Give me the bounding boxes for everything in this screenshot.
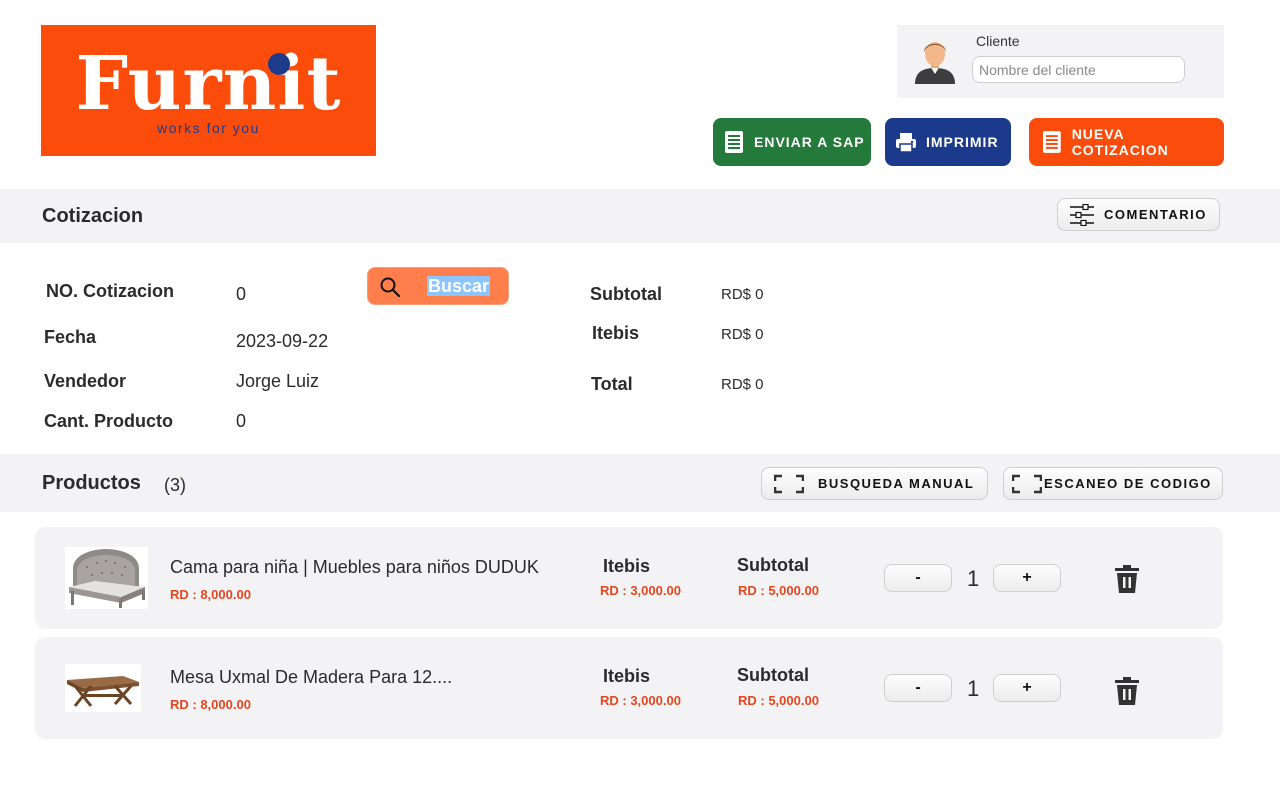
search-quote-label: Buscar: [427, 276, 491, 296]
decrease-qty-button[interactable]: -: [884, 674, 952, 702]
scan-frame-icon: [774, 474, 804, 493]
product-itbis-value: RD : 3,000.00: [600, 693, 681, 708]
product-subtotal-label: Subtotal: [737, 665, 809, 685]
product-subtotal-label: Subtotal: [737, 555, 809, 575]
product-price: RD : 8,000.00: [170, 587, 251, 602]
comment-label: COMENTARIO: [1104, 207, 1207, 222]
itbis-value: RD$ 0: [721, 326, 764, 343]
trash-icon[interactable]: [1114, 565, 1140, 593]
products-count: (3): [164, 475, 186, 495]
client-name-input[interactable]: [972, 56, 1185, 83]
seller-label: Vendedor: [44, 371, 127, 391]
product-itbis-label: Itebis: [603, 556, 651, 576]
client-panel: Cliente: [897, 25, 1224, 98]
quote-section-header: Cotizacion COMENTARIO: [0, 189, 1280, 243]
product-itbis-value: RD : 3,000.00: [600, 583, 681, 598]
comment-button[interactable]: COMENTARIO: [1057, 198, 1220, 231]
product-card: Cama para niña | Muebles para niños DUDU…: [35, 527, 1223, 629]
quote-number-value: 0: [236, 284, 247, 304]
manual-search-button[interactable]: BUSQUEDA MANUAL: [761, 467, 988, 500]
quote-section-title: Cotizacion: [42, 205, 144, 227]
product-card: Mesa Uxmal De Madera Para 12.... RD : 8,…: [35, 637, 1223, 739]
receipt-icon: [725, 131, 743, 153]
subtotal-value: RD$ 0: [721, 286, 764, 303]
barcode-scan-label: ESCANEO DE CODIGO: [1044, 476, 1212, 491]
table-image: [65, 664, 141, 712]
print-label: IMPRIMIR: [926, 134, 999, 150]
scan-frame-icon: [1012, 474, 1042, 493]
total-label: Total: [591, 374, 633, 394]
send-to-sap-label: ENVIAR A SAP: [754, 134, 865, 150]
trash-icon[interactable]: [1114, 677, 1140, 705]
search-quote-button[interactable]: Buscar: [367, 267, 509, 305]
new-quote-label: NUEVA COTIZACION: [1071, 126, 1169, 158]
brand-tagline: works for you: [157, 120, 260, 136]
subtotal-label: Subtotal: [590, 284, 662, 304]
seller-value: Jorge Luiz: [236, 371, 320, 391]
product-name: Mesa Uxmal De Madera Para 12....: [170, 667, 453, 687]
printer-icon: [896, 133, 916, 153]
itbis-label: Itebis: [592, 323, 640, 343]
new-quote-button[interactable]: NUEVA COTIZACION: [1029, 118, 1224, 166]
increase-qty-button[interactable]: +: [993, 564, 1061, 592]
print-button[interactable]: IMPRIMIR: [885, 118, 1011, 166]
search-icon: [380, 277, 400, 297]
product-subtotal-value: RD : 5,000.00: [738, 693, 819, 708]
date-label: Fecha: [44, 327, 97, 347]
brand-name: Furnit: [75, 41, 342, 127]
product-subtotal-value: RD : 5,000.00: [738, 583, 819, 598]
product-count-label: Cant. Producto: [44, 411, 173, 431]
manual-search-label: BUSQUEDA MANUAL: [818, 476, 975, 491]
sliders-icon: [1070, 203, 1094, 226]
brand-logo: Furnit works for you: [41, 25, 376, 156]
product-itbis-label: Itebis: [603, 666, 651, 686]
date-value: 2023-09-22: [236, 331, 329, 351]
client-label: Cliente: [976, 33, 1020, 49]
decrease-qty-button[interactable]: -: [884, 564, 952, 592]
logo-dot-icon: [268, 53, 290, 75]
product-name: Cama para niña | Muebles para niños DUDU…: [170, 557, 539, 577]
user-avatar-icon: [915, 42, 955, 84]
increase-qty-button[interactable]: +: [993, 674, 1061, 702]
product-qty: 1: [967, 566, 980, 591]
product-qty: 1: [967, 676, 980, 701]
bed-image: [65, 547, 148, 609]
product-price: RD : 8,000.00: [170, 697, 251, 712]
products-section-title: Productos: [42, 472, 141, 494]
products-section-header: Productos (3) BUSQUEDA MANUAL ESCANEO DE…: [0, 454, 1280, 512]
quote-number-label: NO. Cotizacion: [46, 281, 175, 301]
send-to-sap-button[interactable]: ENVIAR A SAP: [713, 118, 871, 166]
barcode-scan-button[interactable]: ESCANEO DE CODIGO: [1003, 467, 1223, 500]
total-value: RD$ 0: [721, 376, 764, 393]
receipt-icon: [1042, 131, 1061, 153]
product-count-value: 0: [236, 411, 247, 431]
